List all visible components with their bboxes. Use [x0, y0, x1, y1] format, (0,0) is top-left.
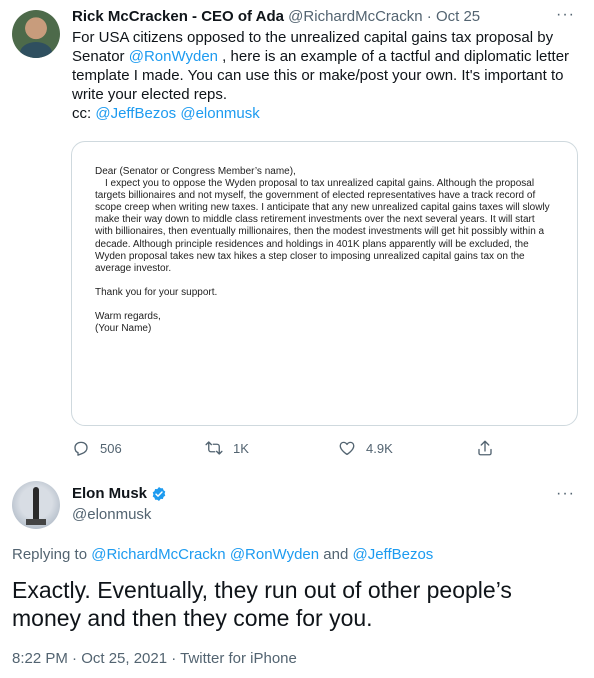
- replying-label: Replying to: [12, 546, 92, 563]
- reply-icon: [74, 441, 88, 456]
- like-icon: [339, 441, 355, 456]
- tweet-text: Exactly. Eventually, they run out of oth…: [12, 577, 512, 631]
- mention-elonmusk[interactable]: @elonmusk: [180, 105, 259, 122]
- retweet-button[interactable]: 1K: [205, 437, 249, 459]
- letter-text: Dear (Senator or Congress Member’s name)…: [95, 166, 555, 335]
- tweet-header: Rick McCracken - CEO of Ada @RichardMcCr…: [72, 8, 480, 26]
- avatar[interactable]: [12, 481, 60, 529]
- more-icon[interactable]: ···: [556, 486, 575, 502]
- attached-image-letter[interactable]: Dear (Senator or Congress Member’s name)…: [71, 141, 578, 426]
- reply-and: and: [319, 546, 353, 563]
- reply-mention-jeffbezos[interactable]: @JeffBezos: [352, 546, 433, 563]
- more-icon[interactable]: ···: [556, 7, 575, 23]
- letter-salutation: Dear (Senator or Congress Member’s name)…: [95, 166, 296, 177]
- like-button[interactable]: 4.9K: [338, 437, 393, 459]
- tweet-rick-mccracken[interactable]: Rick McCracken - CEO of Ada @RichardMcCr…: [0, 0, 594, 466]
- reply-button[interactable]: 506: [72, 437, 122, 459]
- mention-jeffbezos[interactable]: @JeffBezos: [95, 105, 176, 122]
- verified-badge-icon: [152, 487, 166, 501]
- mention-ronwyden[interactable]: @RonWyden: [129, 48, 218, 65]
- retweet-count: 1K: [233, 440, 249, 456]
- reply-mention-richardmccrackn[interactable]: @RichardMcCrackn: [91, 546, 225, 563]
- retweet-icon: [205, 441, 223, 455]
- replying-to: Replying to @RichardMcCrackn @RonWyden a…: [12, 546, 433, 564]
- author-name[interactable]: Rick McCracken - CEO of Ada: [72, 8, 284, 25]
- cc-label: cc:: [72, 105, 96, 122]
- letter-thanks: Thank you for your support.: [95, 286, 218, 298]
- tweet-meta[interactable]: 8:22 PM · Oct 25, 2021 · Twitter for iPh…: [12, 650, 297, 668]
- letter-body: I expect you to oppose the Wyden proposa…: [95, 178, 550, 274]
- avatar[interactable]: [12, 10, 60, 58]
- reply-count: 506: [100, 440, 122, 456]
- reply-mention-ronwyden[interactable]: @RonWyden: [230, 546, 319, 563]
- tweet-text: For USA citizens opposed to the unrealiz…: [72, 28, 582, 123]
- author-name[interactable]: Elon Musk: [72, 485, 147, 503]
- author-name-row: Elon Musk: [72, 485, 167, 503]
- share-icon: [478, 440, 492, 456]
- author-handle[interactable]: @elonmusk: [72, 506, 151, 524]
- separator: ·: [426, 8, 432, 25]
- author-handle[interactable]: @RichardMcCrackn: [288, 8, 422, 25]
- like-count: 4.9K: [366, 440, 393, 456]
- letter-signature: (Your Name): [95, 323, 152, 335]
- letter-closing: Warm regards,: [95, 310, 161, 322]
- tweet-actions: 506 1K 4.9K: [72, 437, 582, 459]
- tweet-date[interactable]: Oct 25: [436, 8, 480, 25]
- share-button[interactable]: [476, 437, 504, 459]
